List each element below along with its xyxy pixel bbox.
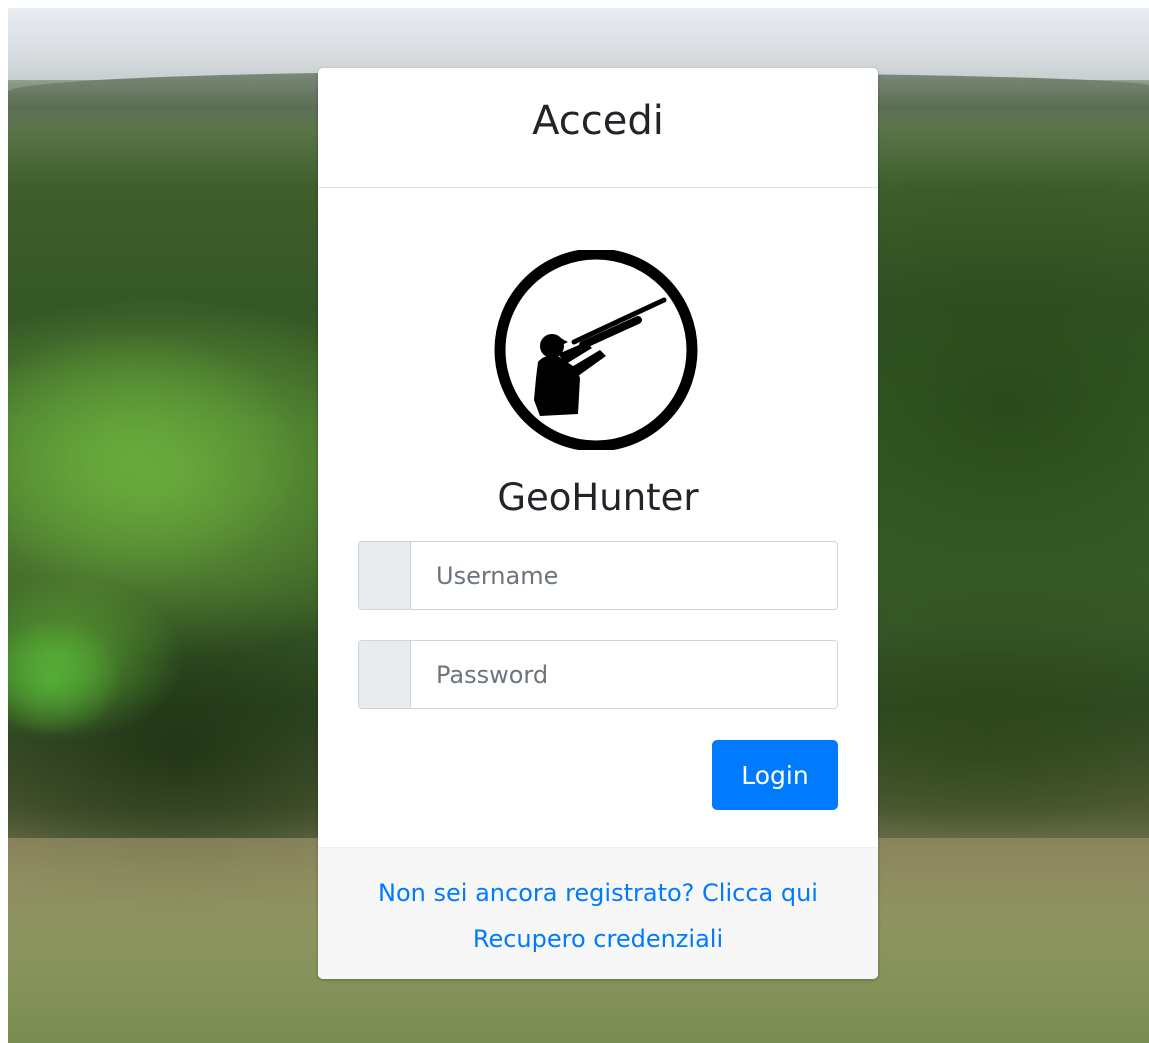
card-header: Accedi (318, 68, 878, 188)
password-input[interactable] (411, 641, 837, 708)
background-meadow-left-lower (8, 623, 118, 733)
password-group (358, 640, 838, 709)
username-input[interactable] (411, 542, 837, 609)
background-meadow-left (8, 328, 308, 588)
register-link[interactable]: Non sei ancora registrato? Clicca qui (318, 870, 878, 916)
login-button[interactable]: Login (712, 740, 838, 810)
username-addon (359, 542, 411, 609)
brand-name: GeoHunter (497, 476, 699, 519)
password-addon (359, 641, 411, 708)
hunter-logo-icon (488, 248, 704, 452)
username-group (358, 541, 838, 610)
card-footer: Non sei ancora registrato? Clicca qui Re… (318, 847, 878, 979)
login-card: Accedi GeoHunter Login Non sei ancora re… (318, 68, 878, 979)
card-title: Accedi (532, 97, 664, 144)
recover-credentials-link[interactable]: Recupero credenziali (318, 916, 878, 962)
